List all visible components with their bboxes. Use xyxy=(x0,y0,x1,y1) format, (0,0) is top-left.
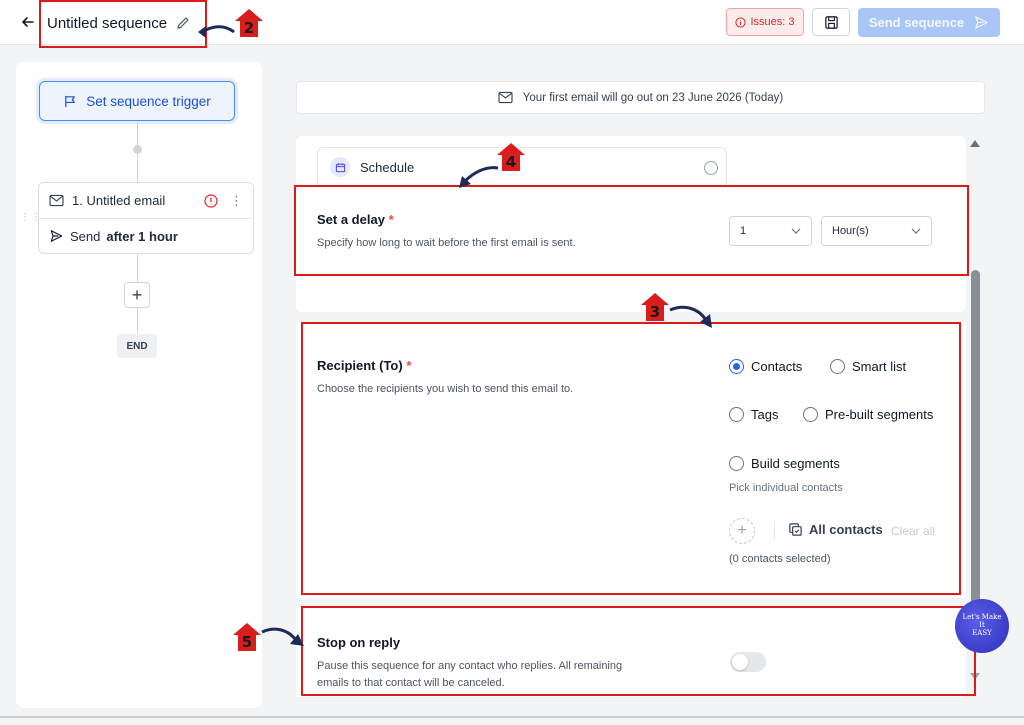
annotation-box-stop-on-reply xyxy=(301,606,976,696)
schedule-label: Schedule xyxy=(360,159,415,175)
error-icon[interactable] xyxy=(204,193,218,208)
marker-label: 5 xyxy=(242,633,252,651)
annotation-marker-5: 5 xyxy=(233,623,261,651)
annotation-arrow xyxy=(459,166,499,188)
connector-line xyxy=(137,308,138,334)
send-icon xyxy=(975,16,988,29)
scroll-up-arrow[interactable] xyxy=(970,140,980,147)
issues-label: Issues: 3 xyxy=(750,16,795,28)
schedule-radio[interactable] xyxy=(704,161,718,175)
send-prefix: Send xyxy=(70,228,101,244)
first-email-banner: Your first email will go out on 23 June … xyxy=(296,81,985,114)
save-button[interactable] xyxy=(812,8,850,36)
info-circle-icon xyxy=(735,16,747,28)
end-badge: END xyxy=(117,334,157,358)
save-icon xyxy=(824,15,838,29)
banner-text: Your first email will go out on 23 June … xyxy=(522,91,784,104)
mail-icon xyxy=(49,194,64,207)
email-step-timing: Send after 1 hour xyxy=(39,219,253,253)
scrollbar-thumb[interactable] xyxy=(971,270,980,610)
sequence-flow-panel: Set sequence trigger 1. Untitled email ⋮… xyxy=(16,62,262,708)
annotation-marker-2: 2 xyxy=(235,9,263,37)
drag-handle-icon[interactable]: ⋮⋮ xyxy=(20,212,42,223)
marker-label: 3 xyxy=(650,303,660,321)
add-step-button[interactable]: + xyxy=(124,282,150,308)
email-step-header: 1. Untitled email ⋮ xyxy=(39,183,253,219)
watermark-text: EASY xyxy=(972,628,992,637)
email-step-card[interactable]: 1. Untitled email ⋮ Send after 1 hour xyxy=(38,182,254,254)
annotation-marker-4: 4 xyxy=(497,143,525,171)
annotation-arrow xyxy=(198,25,235,38)
annotation-arrow xyxy=(669,305,712,328)
marker-label: 2 xyxy=(244,19,254,37)
send-timing: after 1 hour xyxy=(106,228,178,244)
annotation-box-delay xyxy=(294,185,969,276)
calendar-icon xyxy=(330,157,350,177)
send-icon xyxy=(50,230,63,242)
annotation-arrow xyxy=(261,627,304,646)
issues-button[interactable]: Issues: 3 xyxy=(726,8,804,36)
more-options-icon[interactable]: ⋮ xyxy=(230,193,243,209)
email-step-title: 1. Untitled email xyxy=(72,193,166,208)
connector-dot xyxy=(133,145,142,154)
watermark-logo: Let's Make It EASY xyxy=(955,599,1009,653)
trigger-label: Set sequence trigger xyxy=(86,93,211,109)
set-sequence-trigger-button[interactable]: Set sequence trigger xyxy=(39,81,235,121)
bottom-border xyxy=(0,716,1024,718)
send-sequence-button[interactable]: Send sequence xyxy=(858,8,1000,37)
mail-icon xyxy=(498,91,513,104)
annotation-marker-3: 3 xyxy=(641,293,669,321)
flag-icon xyxy=(65,95,76,107)
marker-label: 4 xyxy=(506,153,516,171)
annotation-box-title xyxy=(39,0,207,48)
back-arrow-icon[interactable] xyxy=(18,12,38,32)
send-sequence-label: Send sequence xyxy=(868,15,965,30)
annotation-box-recipient xyxy=(301,322,961,595)
